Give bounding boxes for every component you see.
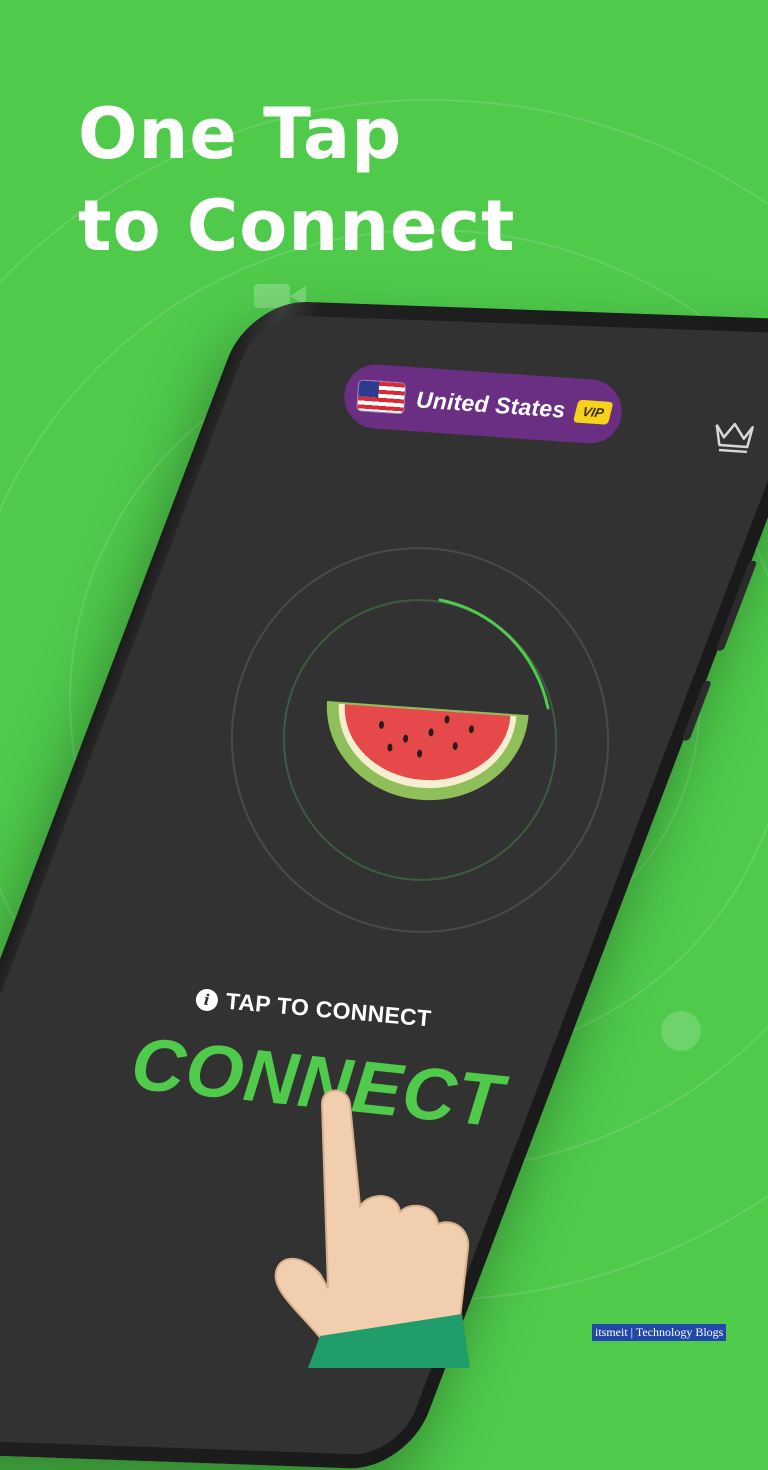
- crown-icon[interactable]: [711, 417, 757, 456]
- vip-badge: VIP: [572, 399, 614, 425]
- watermelon-logo-icon[interactable]: [316, 681, 534, 815]
- globe-icon: [661, 1011, 701, 1051]
- info-icon: i: [195, 987, 219, 1012]
- headline: One Tap to Connect: [78, 88, 516, 272]
- headline-line-1: One Tap: [78, 93, 403, 175]
- watermark: itsmeit | Technology Blogs: [592, 1324, 727, 1341]
- us-flag-icon: [357, 380, 406, 414]
- headline-line-2: to Connect: [78, 185, 516, 267]
- pointing-hand-icon: [274, 1089, 470, 1368]
- server-country-name: United States: [415, 385, 567, 423]
